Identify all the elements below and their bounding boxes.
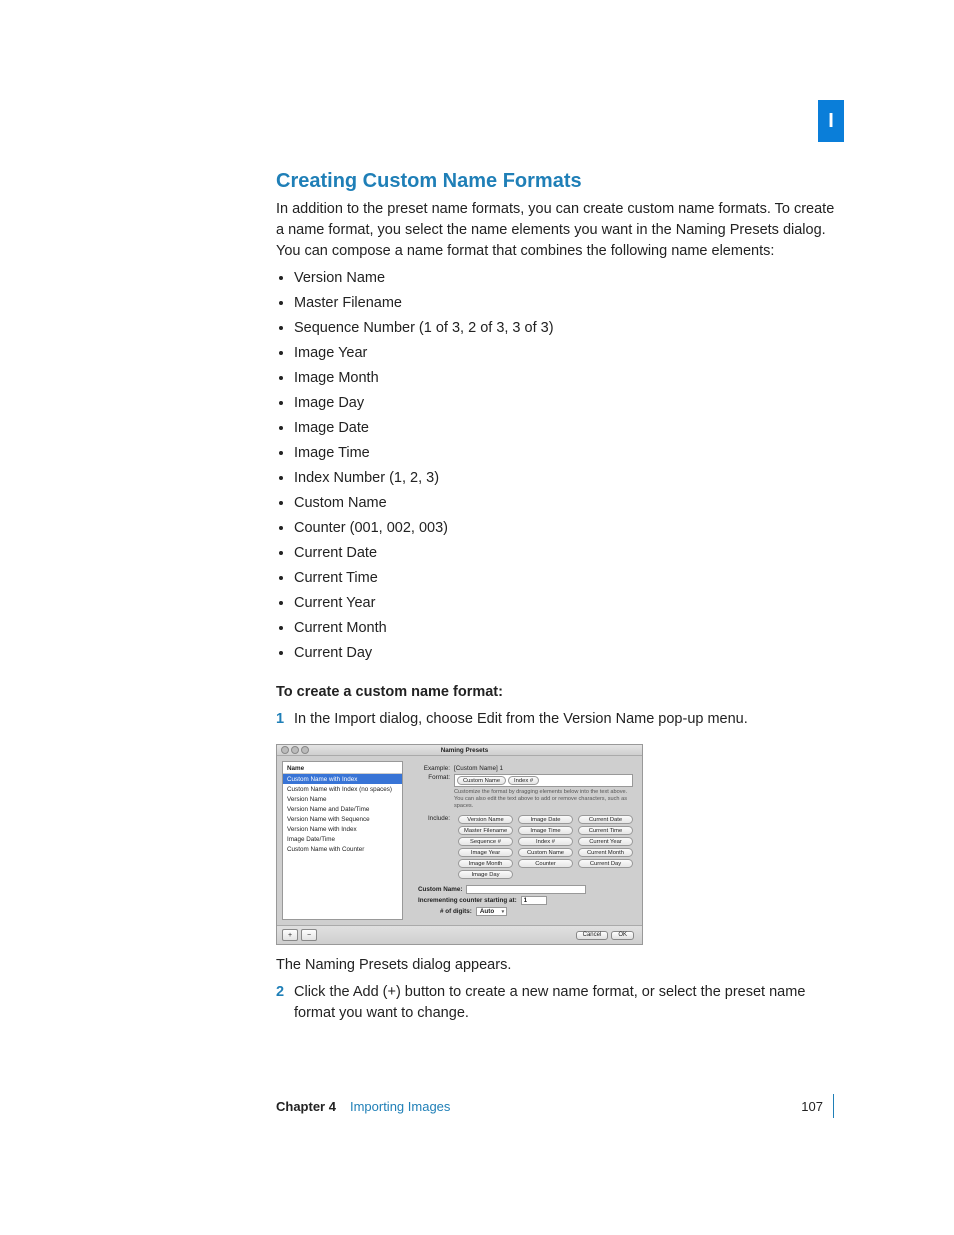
preset-item[interactable]: Custom Name with Index — [283, 774, 402, 784]
chapter-title: Importing Images — [350, 1099, 450, 1114]
include-token[interactable]: Current Date — [578, 815, 633, 824]
format-hint: Customize the format by dragging element… — [454, 789, 633, 810]
window-controls[interactable] — [281, 746, 309, 754]
preset-item[interactable]: Custom Name with Index (no spaces) — [283, 784, 402, 794]
naming-presets-dialog: Naming Presets Name Custom Name with Ind… — [276, 744, 643, 945]
list-item: Version Name — [294, 268, 844, 289]
preset-item[interactable]: Version Name with Index — [283, 824, 402, 834]
preset-item[interactable]: Version Name with Sequence — [283, 814, 402, 824]
close-icon[interactable] — [281, 746, 289, 754]
include-token[interactable]: Image Month — [458, 859, 513, 868]
include-token[interactable]: Master Filename — [458, 826, 513, 835]
list-item: Image Date — [294, 418, 844, 439]
part-tab: I — [818, 100, 844, 142]
dialog-title: Naming Presets — [315, 747, 638, 754]
dialog-titlebar: Naming Presets — [277, 745, 642, 756]
list-item: Master Filename — [294, 293, 844, 314]
list-item: Current Day — [294, 643, 844, 664]
zoom-icon[interactable] — [301, 746, 309, 754]
minimize-icon[interactable] — [291, 746, 299, 754]
include-token[interactable]: Sequence # — [458, 837, 513, 846]
digits-label: # of digits: — [440, 908, 472, 915]
name-elements-list: Version Name Master Filename Sequence Nu… — [276, 268, 844, 664]
intro-paragraph: In addition to the preset name formats, … — [276, 199, 844, 262]
format-token[interactable]: Index # — [508, 776, 539, 785]
list-item: Image Time — [294, 443, 844, 464]
list-item: Current Time — [294, 568, 844, 589]
include-token[interactable]: Image Year — [458, 848, 513, 857]
preset-item[interactable]: Version Name and Date/Time — [283, 804, 402, 814]
page-number: 107 — [801, 1099, 823, 1114]
list-item: Custom Name — [294, 493, 844, 514]
ok-button[interactable]: OK — [611, 931, 634, 940]
custom-name-input[interactable] — [466, 885, 586, 894]
include-token[interactable]: Version Name — [458, 815, 513, 824]
cancel-button[interactable]: Cancel — [576, 931, 609, 940]
digits-select[interactable]: Auto — [476, 907, 507, 916]
list-item: Index Number (1, 2, 3) — [294, 468, 844, 489]
dialog-result-text: The Naming Presets dialog appears. — [276, 955, 844, 976]
example-value: [Custom Name] 1 — [454, 765, 503, 772]
task-heading: To create a custom name format: — [276, 682, 844, 703]
step-number: 2 — [276, 982, 294, 1024]
section-heading: Creating Custom Name Formats — [276, 170, 844, 193]
preset-list-header: Name — [283, 764, 402, 774]
step-number: 1 — [276, 709, 294, 730]
list-item: Current Month — [294, 618, 844, 639]
format-label: Format: — [410, 774, 454, 781]
preset-item[interactable]: Custom Name with Counter — [283, 844, 402, 854]
chapter-label: Chapter 4 — [276, 1099, 336, 1114]
include-label: Include: — [410, 815, 454, 822]
preset-list[interactable]: Name Custom Name with Index Custom Name … — [282, 761, 403, 920]
list-item: Sequence Number (1 of 3, 2 of 3, 3 of 3) — [294, 318, 844, 339]
include-token[interactable]: Current Day — [578, 859, 633, 868]
list-item: Current Year — [294, 593, 844, 614]
footer-divider — [833, 1094, 834, 1118]
include-token[interactable]: Current Time — [578, 826, 633, 835]
add-preset-button[interactable]: + — [282, 929, 298, 941]
preset-item[interactable]: Version Name — [283, 794, 402, 804]
example-label: Example: — [410, 765, 454, 772]
list-item: Image Day — [294, 393, 844, 414]
remove-preset-button[interactable]: − — [301, 929, 317, 941]
include-token[interactable]: Image Day — [458, 870, 513, 879]
list-item: Image Year — [294, 343, 844, 364]
list-item: Counter (001, 002, 003) — [294, 518, 844, 539]
list-item: Image Month — [294, 368, 844, 389]
preset-item[interactable]: Image Date/Time — [283, 834, 402, 844]
custom-name-label: Custom Name: — [418, 886, 462, 893]
step-text: Click the Add (+) button to create a new… — [294, 982, 844, 1024]
format-field[interactable]: Custom Name Index # — [454, 774, 633, 787]
include-token[interactable]: Image Date — [518, 815, 573, 824]
include-token[interactable]: Current Year — [578, 837, 633, 846]
include-token[interactable]: Image Time — [518, 826, 573, 835]
include-token[interactable]: Index # — [518, 837, 573, 846]
include-token[interactable]: Custom Name — [518, 848, 573, 857]
step-text: In the Import dialog, choose Edit from t… — [294, 709, 844, 730]
format-token[interactable]: Custom Name — [457, 776, 506, 785]
counter-start-label: Incrementing counter starting at: — [418, 897, 517, 904]
page-footer: Chapter 4 Importing Images 107 — [276, 1094, 844, 1118]
include-token[interactable]: Current Month — [578, 848, 633, 857]
list-item: Current Date — [294, 543, 844, 564]
include-token[interactable]: Counter — [518, 859, 573, 868]
counter-start-input[interactable]: 1 — [521, 896, 547, 905]
include-grid: Version Name Image Date Current Date Mas… — [458, 815, 633, 879]
